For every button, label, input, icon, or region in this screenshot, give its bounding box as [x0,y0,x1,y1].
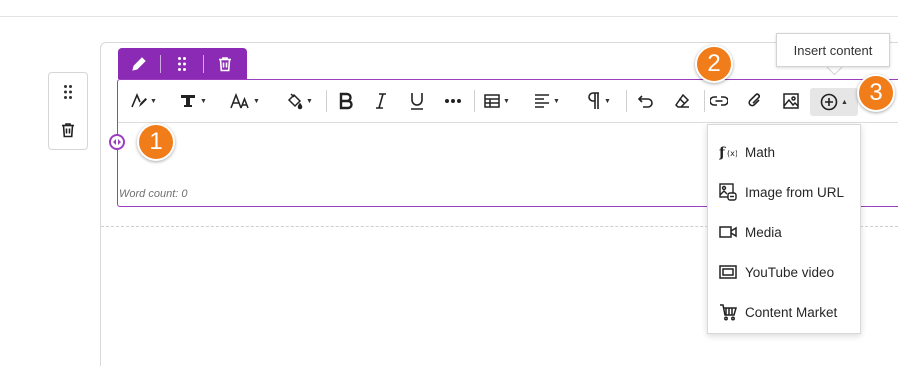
highlight-button[interactable]: ▼ [282,89,316,113]
italic-icon [376,93,386,109]
resize-handle[interactable] [109,134,125,150]
bold-icon [339,92,353,110]
bold-button[interactable] [333,89,359,113]
font-family-button[interactable]: ▼ [176,89,210,113]
insert-content-tooltip: Insert content [776,33,890,67]
pencil-icon [132,56,146,71]
menu-item-math[interactable]: ƒ (x) Math [708,132,862,172]
italic-button[interactable] [368,89,394,113]
table-icon [484,94,500,108]
menu-item-label: YouTube video [745,264,835,280]
insert-content-button[interactable]: ▲ [810,88,858,116]
menu-item-label: Media [745,224,782,240]
separator [326,90,327,112]
insert-image-button[interactable] [778,89,804,113]
word-count: Word count: 0 [119,188,188,200]
menu-item-youtube-video[interactable]: YouTube video [708,252,862,292]
paragraph-button[interactable]: ▼ [582,89,616,113]
drag-dots-icon [64,85,72,99]
menu-item-content-market[interactable]: Content Market [708,292,862,332]
trash-icon [219,56,231,71]
resize-arrows-icon [113,139,121,145]
youtube-icon [719,263,737,281]
insert-content-menu: ƒ (x) Math Image from URL Media YouTube v… [707,124,861,334]
paragraph-icon [588,92,600,109]
font-size-button[interactable]: ▼ [228,89,262,113]
block-side-panel [48,72,88,150]
align-button[interactable]: ▼ [530,89,564,113]
separator [474,90,475,112]
menu-item-label: Math [745,144,776,160]
side-delete-button[interactable] [49,113,87,147]
underline-button[interactable] [404,89,430,113]
drag-dots-icon [178,56,186,71]
separator [626,90,627,112]
attach-file-button[interactable] [742,89,768,113]
top-divider [0,16,898,17]
eraser-icon [675,93,690,108]
link-button[interactable] [706,89,732,113]
svg-text:(x): (x) [727,149,737,158]
table-button[interactable]: ▼ [480,89,514,113]
menu-item-label: Image from URL [745,184,845,200]
image-link-icon [719,183,737,201]
svg-text:ƒ: ƒ [719,145,726,161]
undo-icon [638,95,653,108]
block-action-bar [118,48,247,79]
video-icon [719,223,737,241]
separator [704,90,705,112]
chevron-down-icon: ▲ [841,98,848,106]
text-style-icon [131,92,148,108]
cart-icon [719,303,737,321]
menu-item-label: Content Market [745,304,838,320]
menu-item-image-from-url[interactable]: Image from URL [708,172,862,212]
font-size-icon [230,92,249,109]
clear-formatting-button[interactable] [669,89,695,113]
more-icon [445,99,461,103]
menu-item-media[interactable]: Media [708,212,862,252]
callout-badge-1: 1 [137,123,175,161]
align-left-icon [535,94,550,108]
paperclip-icon [748,93,760,107]
font-family-icon [181,95,196,107]
paint-bucket-icon [287,93,303,110]
drag-block-button[interactable] [161,48,203,79]
image-icon [783,93,799,109]
underline-icon [411,93,423,110]
delete-block-button[interactable] [204,48,246,79]
math-function-icon: ƒ (x) [719,143,737,161]
link-icon [710,96,728,106]
trash-icon [62,123,74,138]
more-formatting-button[interactable] [440,89,466,113]
undo-button[interactable] [633,89,659,113]
text-style-button[interactable]: ▼ [126,89,160,113]
editor-toolbar: ▼ ▼ ▼ ▼ ▼ ▼ ▼ [118,80,898,123]
plus-circle-icon [820,93,838,111]
edit-block-button[interactable] [118,48,160,79]
side-drag-handle[interactable] [49,75,87,109]
callout-badge-2: 2 [695,45,733,83]
callout-badge-3: 3 [857,74,895,112]
